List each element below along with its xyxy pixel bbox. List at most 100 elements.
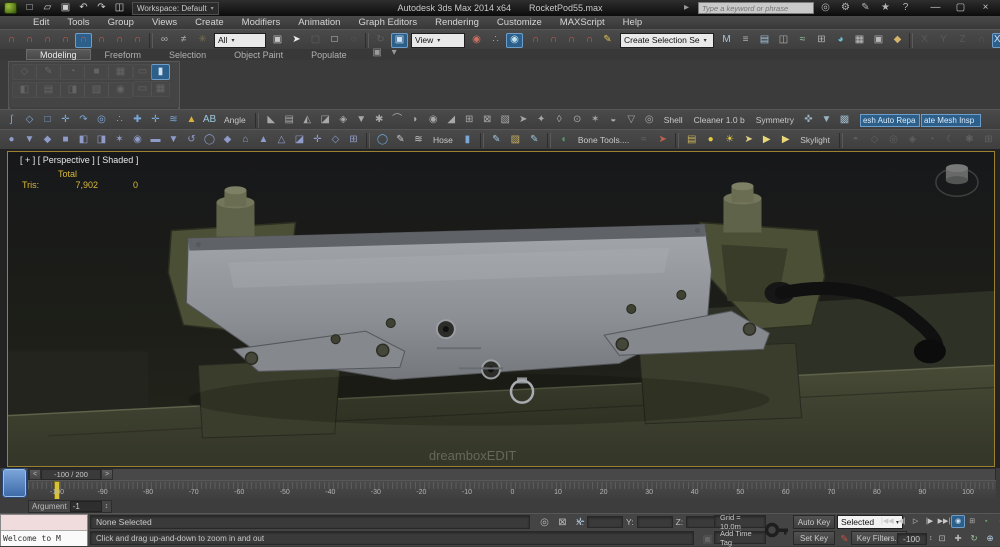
shape-circle[interactable]: ◯ xyxy=(374,133,391,148)
set-key-icon[interactable] xyxy=(764,518,790,542)
snap-magnet-1[interactable]: ∩ xyxy=(3,33,20,48)
ribbon-layout[interactable]: ▣ xyxy=(369,45,386,60)
prim-prism-r[interactable]: ◨ xyxy=(93,133,110,148)
menu-animation[interactable]: Animation xyxy=(289,17,349,28)
poly-tool-11[interactable]: ◢ xyxy=(443,113,460,128)
weld-tool[interactable]: ▼ xyxy=(818,113,835,128)
dim-tool-2[interactable]: ◇ xyxy=(866,133,883,148)
prim-grid[interactable]: ⊞ xyxy=(345,133,362,148)
rename-objects[interactable]: AB xyxy=(201,113,218,128)
poly-tool-19[interactable]: ✶ xyxy=(587,113,604,128)
paint-deform-1[interactable]: ✎ xyxy=(488,133,505,148)
maximize-viewport-toggle[interactable]: ⊕ xyxy=(983,532,998,545)
shell-button[interactable]: Shell xyxy=(659,115,688,125)
circle-select-tool[interactable]: ◎ xyxy=(93,113,110,128)
prim-torus[interactable]: ◯ xyxy=(201,133,218,148)
argument-field[interactable]: -1 xyxy=(70,501,102,512)
prim-slab[interactable]: ▬ xyxy=(147,133,164,148)
search-input[interactable] xyxy=(698,2,814,14)
tab-object-paint[interactable]: Object Paint xyxy=(220,49,297,60)
key-mode-toggle[interactable]: ◉ xyxy=(951,515,965,528)
percent-snap-toggle[interactable]: ∩ xyxy=(563,33,580,48)
tab-selection[interactable]: Selection xyxy=(155,49,220,60)
mesh-inspector-button[interactable]: ate Mesh Insp xyxy=(921,114,981,127)
select-by-name[interactable]: ▣ xyxy=(269,33,286,48)
spinner-snap-toggle[interactable]: ∩ xyxy=(581,33,598,48)
prim-sphere[interactable]: ● xyxy=(3,133,20,148)
skylight-button[interactable]: Skylight xyxy=(795,135,835,145)
material-editor[interactable]: ◕ xyxy=(832,33,849,48)
poly-tool-1[interactable]: ◣ xyxy=(263,113,280,128)
poly-tool-6[interactable]: ▼ xyxy=(353,113,370,128)
paint-deform-2[interactable]: ▨ xyxy=(507,133,524,148)
symmetry-button[interactable]: Symmetry xyxy=(751,115,799,125)
prim-star[interactable]: ✶ xyxy=(111,133,128,148)
snap-magnet-spinner[interactable]: ∩ xyxy=(129,33,146,48)
render-setup[interactable]: ▦ xyxy=(851,33,868,48)
prim-cone2[interactable]: ▼ xyxy=(165,133,182,148)
pan-view[interactable]: ✚ xyxy=(951,532,966,545)
poly-tool-18[interactable]: ⊙ xyxy=(569,113,586,128)
dim-tool-1[interactable]: ◓ xyxy=(847,133,864,148)
maxscript-mini-listener[interactable]: Welcome to M xyxy=(0,514,88,546)
time-slider-prev-button[interactable]: < xyxy=(29,469,41,480)
curve-editor[interactable]: ≈ xyxy=(794,33,811,48)
minimize-window[interactable]: — xyxy=(927,1,944,16)
pm-side-3[interactable]: ▦ xyxy=(151,81,170,97)
rectangular-region[interactable]: □ xyxy=(326,33,343,48)
rotate-arc-tool[interactable]: ↷ xyxy=(75,113,92,128)
x-coordinate-field[interactable] xyxy=(587,516,623,528)
graphite-ribbon-toggle[interactable]: ◫ xyxy=(775,33,792,48)
current-frame-field[interactable]: -100 xyxy=(897,533,927,545)
spline-tool[interactable]: ∫ xyxy=(3,113,20,128)
pm-tool-4[interactable]: ■ xyxy=(84,64,109,80)
dim-tool-8[interactable]: ⊞ xyxy=(980,133,997,148)
poly-tool-5[interactable]: ◈ xyxy=(335,113,352,128)
listener-macro-row[interactable] xyxy=(1,515,87,531)
menu-tools[interactable]: Tools xyxy=(58,17,98,28)
menu-edit[interactable]: Edit xyxy=(24,17,58,28)
snap-mode[interactable]: ∴ xyxy=(487,33,504,48)
snap-magnet-arrow[interactable]: ∩ xyxy=(111,33,128,48)
render-production[interactable]: ◆ xyxy=(889,33,906,48)
poly-tool-13[interactable]: ⊠ xyxy=(479,113,496,128)
poly-tool-14[interactable]: ▧ xyxy=(497,113,514,128)
pm-tool-2[interactable]: ✎ xyxy=(36,64,61,80)
bone-tools-button[interactable]: Bone Tools.... xyxy=(573,135,634,145)
prim-cross[interactable]: ✛ xyxy=(309,133,326,148)
pm-side-2[interactable]: ▭ xyxy=(133,81,152,97)
dim-tool-6[interactable]: ☾ xyxy=(942,133,959,148)
snap-magnet-5[interactable]: ∩ xyxy=(75,33,92,48)
capsule-tool[interactable]: ▮ xyxy=(459,133,476,148)
pm-tool-3[interactable]: ◔ xyxy=(60,64,85,80)
time-slider-thumb[interactable]: -100 / 200 xyxy=(41,469,101,480)
prim-chamfer-box[interactable]: ◪ xyxy=(291,133,308,148)
mini-curve-editor-button[interactable] xyxy=(2,468,27,498)
menu-rendering[interactable]: Rendering xyxy=(426,17,488,28)
move-tool[interactable]: ✛ xyxy=(57,113,74,128)
menu-help[interactable]: Help xyxy=(614,17,652,28)
set-key-button[interactable]: Set Key xyxy=(793,531,835,545)
angle-button[interactable]: Angle xyxy=(219,115,251,125)
schematic-view[interactable]: ⊞ xyxy=(813,33,830,48)
menu-maxscript[interactable]: MAXScript xyxy=(551,17,614,28)
prim-c-ext[interactable]: ↺ xyxy=(183,133,200,148)
auto-key-button[interactable]: Auto Key xyxy=(793,515,835,529)
hose-button[interactable]: Hose xyxy=(428,135,458,145)
vertex-tool[interactable]: ◇ xyxy=(21,113,38,128)
angle-snap-toggle[interactable]: ∩ xyxy=(545,33,562,48)
new-scene[interactable]: □ xyxy=(21,1,38,16)
menu-create[interactable]: Create xyxy=(186,17,233,28)
pm-side-1[interactable]: ▭ xyxy=(133,64,152,80)
spring-tool[interactable]: ≋ xyxy=(410,133,427,148)
track-bar[interactable]: -100-90-80-70-60-50-40-30-20-10010203040… xyxy=(28,480,996,500)
dots-tool[interactable]: ∴ xyxy=(111,113,128,128)
lasso-region[interactable]: ◌ xyxy=(345,33,362,48)
prim-cone[interactable]: ▼ xyxy=(21,133,38,148)
poly-tool-16[interactable]: ✦ xyxy=(533,113,550,128)
perspective-viewport[interactable]: [ + ] [ Perspective ] [ Shaded ] Total T… xyxy=(7,151,995,467)
mirror[interactable]: M xyxy=(718,33,735,48)
prim-gengon[interactable]: ⌂ xyxy=(237,133,254,148)
snap-magnet-3[interactable]: ∩ xyxy=(39,33,56,48)
axis-x[interactable]: X xyxy=(916,33,933,48)
